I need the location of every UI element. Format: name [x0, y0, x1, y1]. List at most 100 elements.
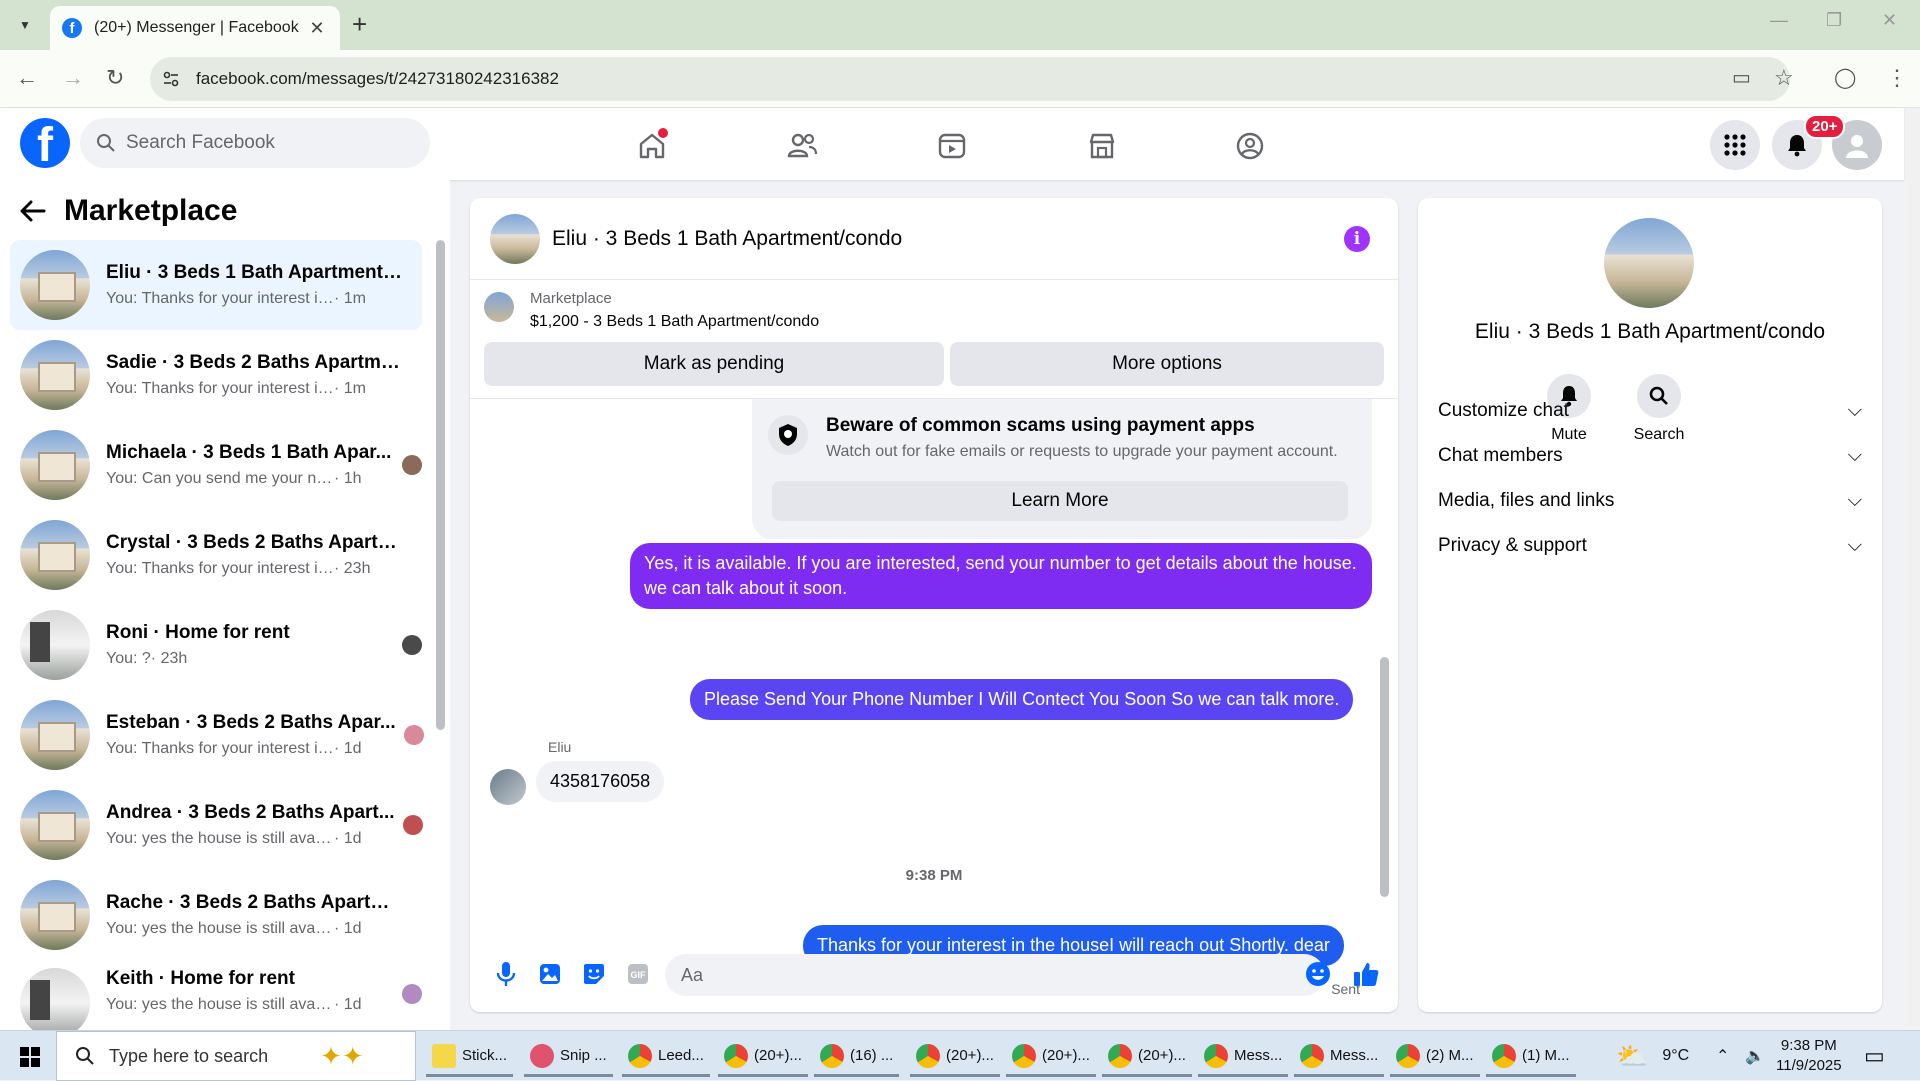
conversation-preview: You: yes the house is still availab...: [106, 830, 334, 847]
weather-widget[interactable]: ⛅ 9°C: [1616, 1031, 1689, 1081]
notification-center-icon[interactable]: ▭: [1864, 1031, 1885, 1081]
weather-temp: 9°C: [1662, 1047, 1690, 1064]
incoming-message[interactable]: 4358176058: [536, 761, 665, 802]
site-info-icon[interactable]: [162, 70, 180, 88]
marketplace-listing[interactable]: Marketplace $1,200 - 3 Beds 1 Bath Apart…: [484, 290, 819, 331]
conversation-item[interactable]: Rache · 3 Beds 2 Baths Apartme... You: y…: [10, 870, 422, 960]
windows-start-icon[interactable]: [20, 1047, 40, 1067]
chat-scrollbar[interactable]: [1380, 657, 1389, 897]
emoji-icon[interactable]: [1304, 960, 1332, 988]
tab-search-button[interactable]: ▼: [10, 12, 40, 38]
warning-title: Beware of common scams using payment app…: [826, 415, 1255, 436]
taskbar-app[interactable]: Leed...: [622, 1037, 710, 1077]
gif-icon[interactable]: GIF: [624, 960, 652, 988]
browser-tab[interactable]: f (20+) Messenger | Facebook ✕: [50, 6, 340, 50]
more-options-button[interactable]: More options: [950, 342, 1384, 386]
home-notification-dot: [658, 128, 668, 138]
section-label: Privacy & support: [1438, 535, 1587, 556]
taskbar-app[interactable]: Mess...: [1198, 1037, 1289, 1077]
taskbar-app[interactable]: (20+)...: [1102, 1037, 1192, 1077]
conversation-sidebar: Marketplace Eliu · 3 Beds 1 Bath Apartme…: [0, 180, 450, 1030]
taskbar-app[interactable]: (1) M...: [1486, 1037, 1576, 1077]
tray-overflow-icon[interactable]: ⌃: [1716, 1046, 1729, 1066]
clock[interactable]: 9:38 PM 11/9/2025: [1776, 1031, 1842, 1081]
browser-menu-icon[interactable]: ⋮: [1886, 66, 1908, 90]
mark-as-pending-button[interactable]: Mark as pending: [484, 342, 944, 386]
chat-header: Eliu · 3 Beds 1 Bath Apartment/condo i: [470, 198, 1398, 280]
new-tab-button[interactable]: +: [352, 10, 367, 38]
bookmark-star-icon[interactable]: ☆: [1774, 66, 1794, 90]
chrome-icon: [1108, 1043, 1132, 1068]
taskbar-app[interactable]: (16) ...: [814, 1037, 900, 1077]
thumbs-up-icon[interactable]: [1352, 960, 1380, 988]
gaming-nav-icon[interactable]: [1230, 126, 1270, 166]
video-nav-icon[interactable]: [932, 126, 972, 166]
outgoing-message[interactable]: Please Send Your Phone Number I Will Con…: [690, 679, 1354, 720]
conversation-item[interactable]: Keith · Home for rent You: yes the house…: [10, 960, 422, 1030]
learn-more-button[interactable]: Learn More: [772, 481, 1348, 521]
sticker-icon[interactable]: [580, 960, 608, 988]
page-scrollbar[interactable]: [1906, 112, 1920, 1030]
conversation-preview: You: Thanks for your interest in t...: [106, 740, 334, 757]
back-icon[interactable]: ←: [16, 66, 38, 90]
taskbar-search-input[interactable]: Type here to search ✦✦: [56, 1031, 416, 1081]
info-icon[interactable]: i: [1344, 226, 1370, 252]
conversation-item[interactable]: Eliu · 3 Beds 1 Bath Apartment/c... You:…: [10, 240, 422, 330]
conversation-item[interactable]: Crystal · 3 Beds 2 Baths Apartm... You: …: [10, 510, 422, 600]
customize-chat-section[interactable]: Customize chat ⌵: [1438, 400, 1862, 422]
taskbar-app[interactable]: (20+)...: [718, 1037, 808, 1077]
conversation-preview: You: yes the house is still available f.…: [106, 920, 334, 937]
taskbar-app[interactable]: Snip ...: [524, 1037, 613, 1077]
volume-icon[interactable]: 🔈: [1745, 1046, 1765, 1066]
profile-icon[interactable]: ◯: [1834, 66, 1856, 90]
taskbar-app-label: Mess...: [1330, 1047, 1379, 1064]
privacy-support-section[interactable]: Privacy & support ⌵: [1438, 535, 1862, 557]
conversation-time: · 1d: [334, 830, 362, 847]
taskbar-app-label: Leed...: [658, 1047, 704, 1064]
microphone-icon[interactable]: [492, 960, 520, 988]
menu-grid-icon[interactable]: [1710, 120, 1760, 170]
taskbar-app[interactable]: Stick...: [426, 1037, 514, 1077]
facebook-logo-icon[interactable]: f: [20, 118, 70, 168]
restore-icon[interactable]: ❐: [1826, 10, 1842, 31]
chat-members-section[interactable]: Chat members ⌵: [1438, 445, 1862, 467]
back-arrow-icon[interactable]: [20, 200, 46, 222]
conversation-avatar: [20, 700, 90, 770]
facebook-search-input[interactable]: Search Facebook: [80, 118, 430, 168]
taskbar-app[interactable]: (20+)...: [910, 1037, 1000, 1077]
info-name: Eliu · 3 Beds 1 Bath Apartment/condo: [1474, 320, 1826, 343]
info-avatar[interactable]: [1604, 218, 1694, 308]
conversation-time: · 1m: [334, 290, 366, 307]
message-list: Beware of common scams using payment app…: [470, 398, 1398, 997]
install-app-icon[interactable]: ▭: [1732, 66, 1751, 90]
close-tab-icon[interactable]: ✕: [306, 18, 328, 39]
conversation-item[interactable]: Andrea · 3 Beds 2 Baths Apart... You: ye…: [10, 780, 423, 870]
taskbar-app[interactable]: Mess...: [1294, 1037, 1385, 1077]
media-files-section[interactable]: Media, files and links ⌵: [1438, 490, 1862, 512]
photo-icon[interactable]: [536, 960, 564, 988]
conversation-item[interactable]: Michaela · 3 Beds 1 Bath Apar... You: Ca…: [10, 420, 422, 510]
message-input[interactable]: Aa: [665, 954, 1325, 996]
marketplace-nav-icon[interactable]: [1082, 126, 1122, 166]
reload-icon[interactable]: ↻: [106, 66, 124, 90]
conversation-item[interactable]: Sadie · 3 Beds 2 Baths Apartmen... You: …: [10, 330, 422, 420]
scam-warning-card: Beware of common scams using payment app…: [752, 399, 1372, 539]
conversation-item[interactable]: Esteban · 3 Beds 2 Baths Apar... You: Th…: [10, 690, 424, 780]
close-window-icon[interactable]: ✕: [1882, 10, 1897, 31]
taskbar-app-label: (16) ...: [850, 1047, 894, 1064]
chat-title[interactable]: Eliu · 3 Beds 1 Bath Apartment/condo: [552, 227, 902, 251]
forward-icon[interactable]: →: [62, 66, 84, 90]
sidebar-scrollbar[interactable]: [436, 240, 445, 730]
conversation-name: Keith · Home for rent: [106, 968, 295, 989]
url-bar[interactable]: facebook.com/messages/t/2427318024231638…: [150, 57, 1790, 101]
taskbar-app[interactable]: (2) M...: [1390, 1037, 1480, 1077]
taskbar-app[interactable]: (20+)...: [1006, 1037, 1096, 1077]
sender-avatar[interactable]: [490, 769, 526, 805]
home-nav-icon[interactable]: [632, 126, 672, 166]
conversation-item[interactable]: Roni · Home for rent You: ? · 23h: [10, 600, 422, 690]
url-text: facebook.com/messages/t/2427318024231638…: [196, 69, 559, 88]
friends-nav-icon[interactable]: [782, 126, 822, 166]
minimize-icon[interactable]: —: [1770, 10, 1788, 31]
outgoing-message[interactable]: Yes, it is available. If you are interes…: [630, 543, 1372, 609]
chat-avatar[interactable]: [490, 213, 540, 264]
